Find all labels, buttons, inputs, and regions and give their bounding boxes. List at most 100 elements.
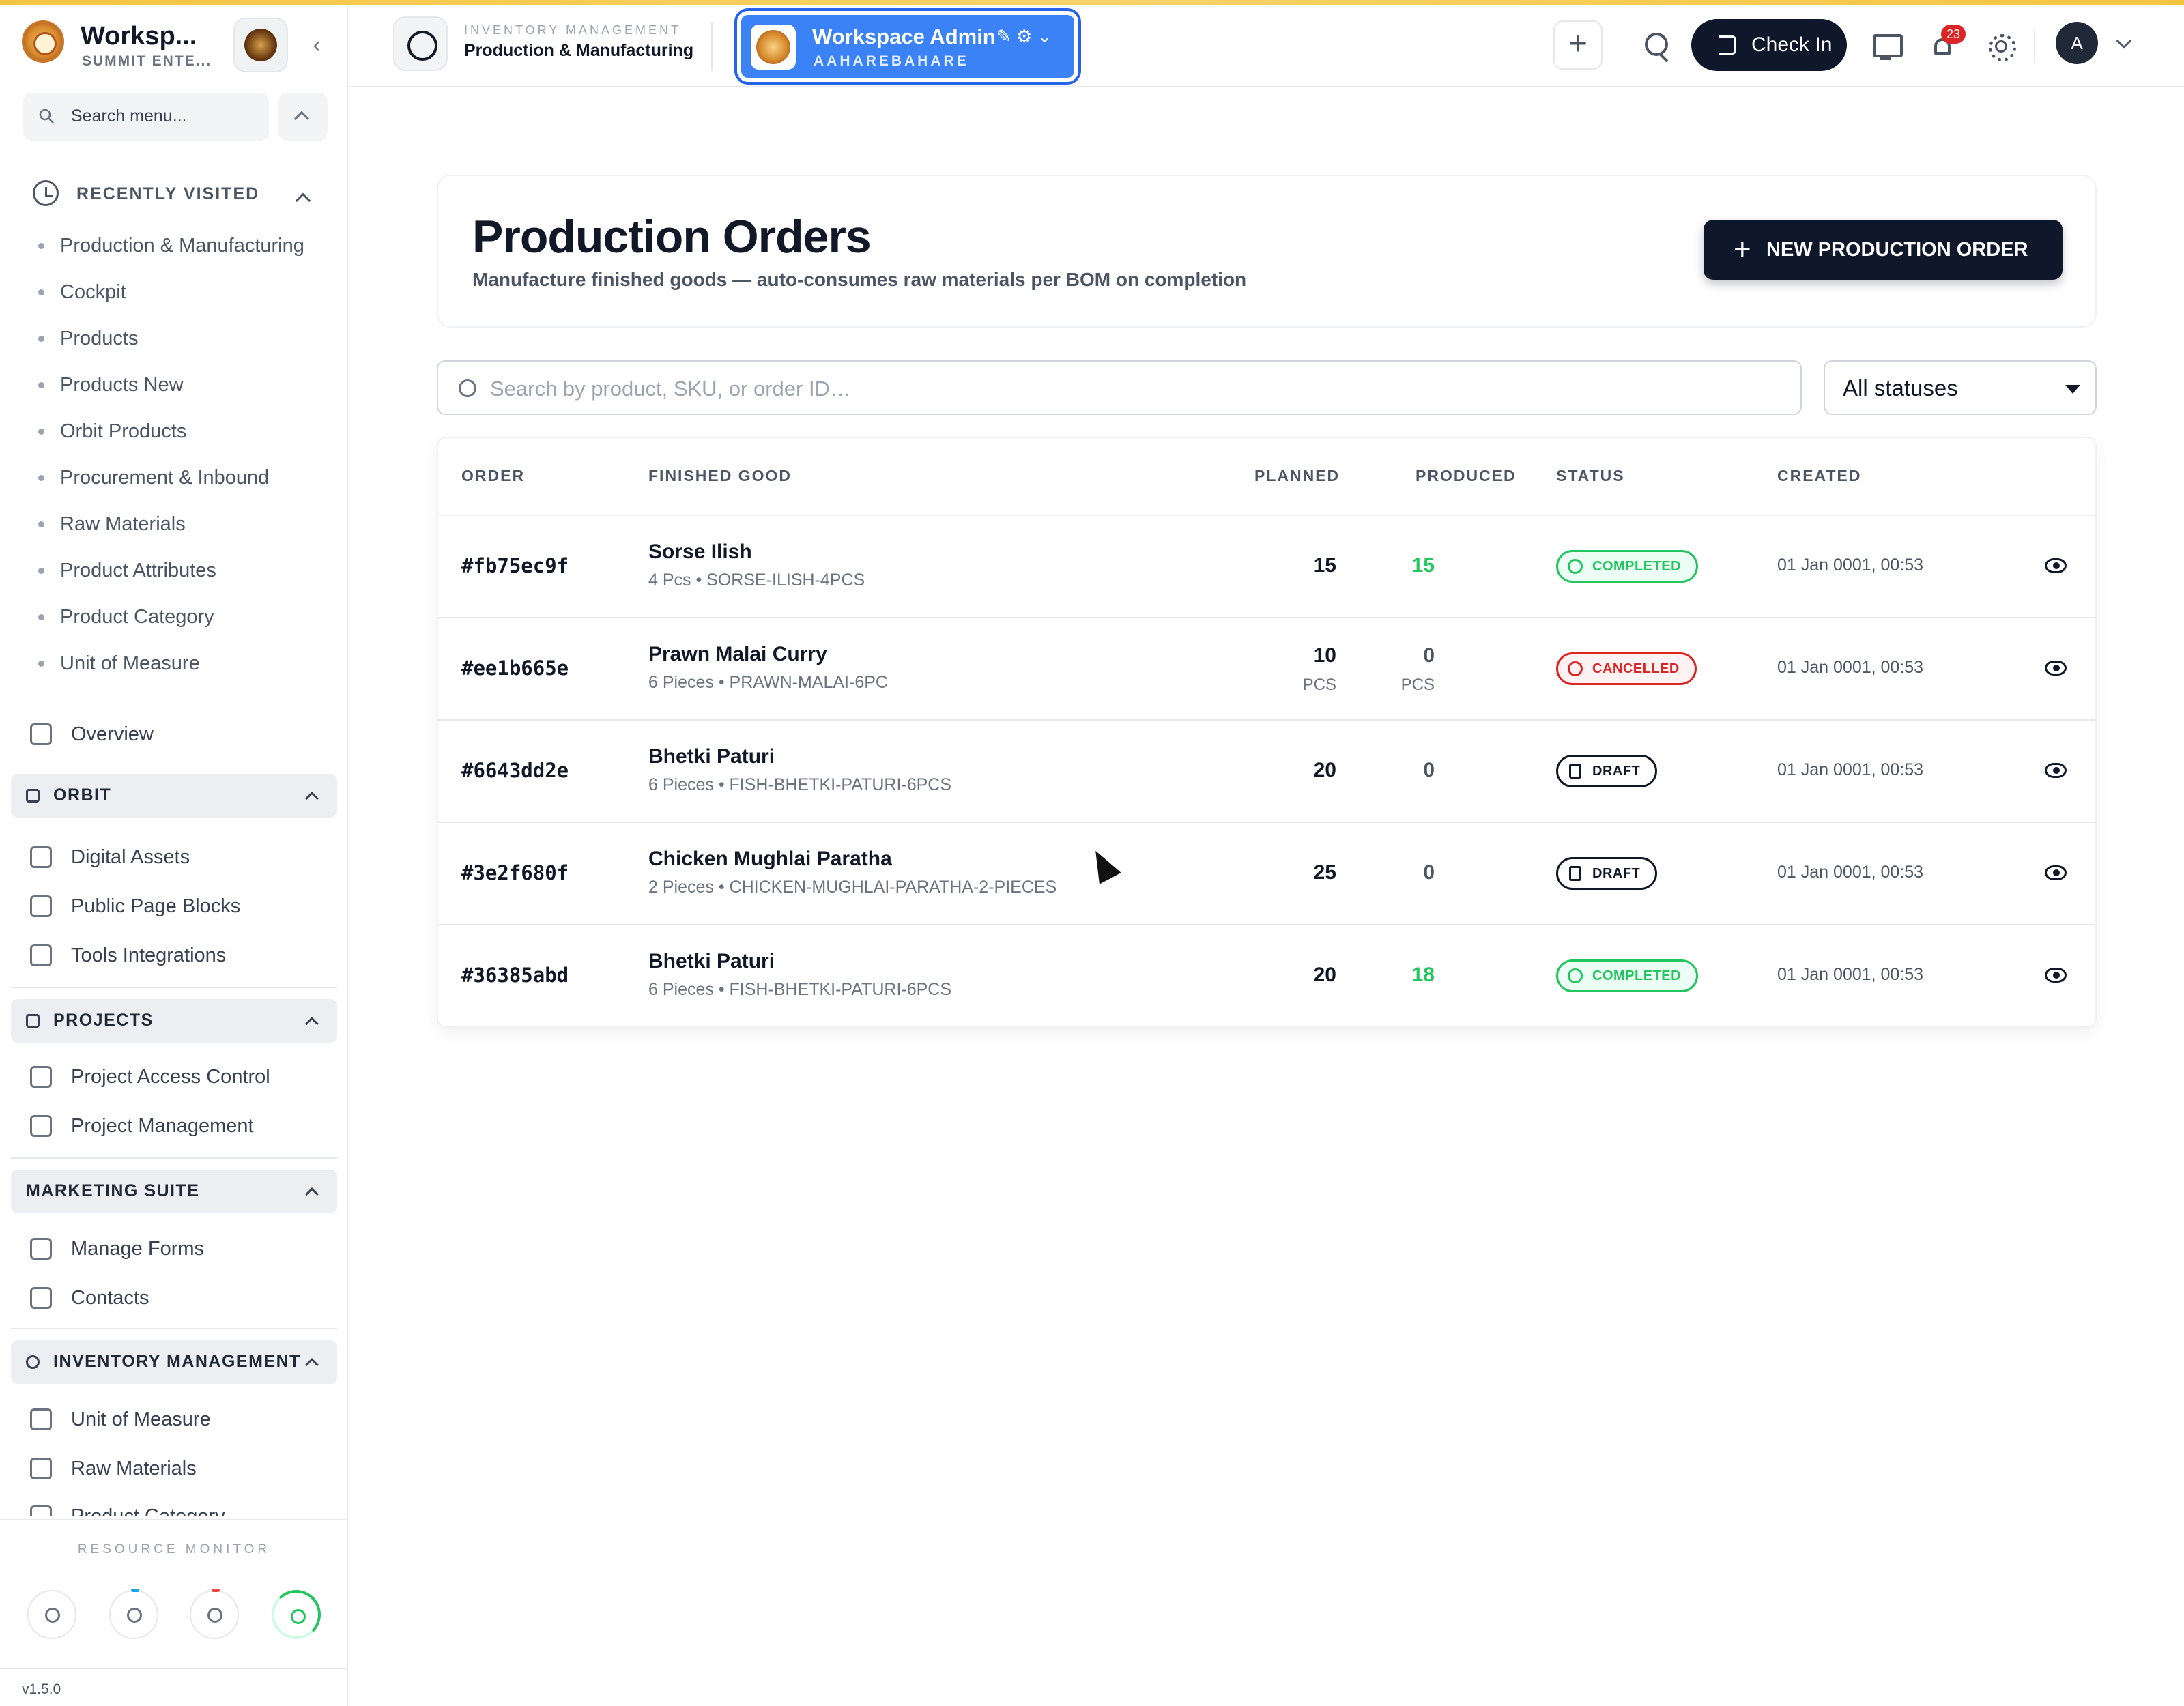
sidebar-item-unit-of-measure[interactable]: Unit of Measure — [30, 1399, 211, 1440]
chevron-up-icon[interactable] — [295, 192, 311, 209]
view-eye-icon[interactable] — [2045, 763, 2067, 778]
table-row[interactable]: #3e2f680f Chicken Mughlai Paratha 2 Pieces… — [438, 823, 2095, 925]
user-avatar[interactable]: A — [2056, 22, 2098, 64]
resource-cpu-button[interactable] — [27, 1590, 76, 1639]
check-circle-icon — [1568, 968, 1583, 983]
recent-item[interactable]: Product Category — [38, 594, 304, 640]
form-icon — [30, 1238, 52, 1260]
recent-item[interactable]: Product Attributes — [38, 547, 304, 594]
recent-item[interactable]: Unit of Measure — [38, 640, 304, 686]
sidebar-item-product-category[interactable]: Product Category — [30, 1496, 225, 1516]
col-created[interactable]: CREATED — [1777, 467, 1861, 485]
bullet-icon — [38, 661, 44, 667]
divider — [11, 1328, 337, 1329]
sidebar-item-raw-materials[interactable]: Raw Materials — [30, 1448, 197, 1489]
group-inventory-management[interactable]: INVENTORY MANAGEMENT — [11, 1340, 337, 1384]
recent-item[interactable]: Raw Materials — [38, 501, 304, 547]
bullet-icon — [38, 289, 44, 295]
sidebar-item-digital-assets[interactable]: Digital Assets — [30, 837, 190, 878]
col-order[interactable]: ORDER — [461, 467, 525, 485]
view-eye-icon[interactable] — [2045, 968, 2067, 983]
col-finished-good[interactable]: FINISHED GOOD — [648, 467, 792, 485]
check-in-button[interactable]: Check In — [1691, 19, 1847, 71]
gear-icon[interactable]: ⚙ — [1016, 26, 1032, 46]
finished-good-name: Sorse Ilish — [648, 540, 752, 563]
calendar-icon — [26, 789, 40, 803]
table-row[interactable]: #fb75ec9f Sorse Ilish 4 Pcs • SORSE-ILISH-… — [438, 516, 2095, 618]
finished-good-name: Bhetki Paturi — [648, 745, 775, 768]
created-date: 01 Jan 0001, 00:53 — [1777, 863, 1924, 882]
created-date: 01 Jan 0001, 00:53 — [1777, 760, 1924, 779]
table-row[interactable]: #ee1b665e Prawn Malai Curry 6 Pieces • PRA… — [438, 618, 2095, 721]
sidebar-item-project-management[interactable]: Project Management — [30, 1105, 254, 1146]
workspace-pill-subtitle: AAHAREBAHARE — [814, 53, 969, 69]
settings-gear-icon[interactable] — [1975, 20, 2024, 70]
status-filter-select[interactable]: All statuses — [1824, 360, 2097, 415]
recent-item[interactable]: Cockpit — [38, 269, 304, 315]
resource-sync-button[interactable] — [272, 1590, 321, 1639]
order-id[interactable]: #6643dd2e — [461, 759, 569, 782]
group-orbit[interactable]: ORBIT — [11, 774, 337, 818]
view-eye-icon[interactable] — [2045, 558, 2067, 573]
workspace-switcher-avatar[interactable] — [233, 18, 288, 72]
finished-good-name: Bhetki Paturi — [648, 950, 775, 972]
finished-good-meta: 6 Pieces • FISH-BHETKI-PATURI-6PCS — [648, 980, 952, 999]
sidebar-item-manage-forms[interactable]: Manage Forms — [30, 1228, 204, 1269]
view-eye-icon[interactable] — [2045, 661, 2067, 676]
recent-item[interactable]: Products New — [38, 362, 304, 408]
workspace-admin-switcher[interactable]: Workspace Admin AAHAREBAHARE ✎ ⚙ ⌄ — [737, 11, 1078, 82]
search-icon[interactable] — [1631, 20, 1680, 70]
edit-icon[interactable]: ✎ — [996, 26, 1011, 46]
chevron-down-icon[interactable] — [2116, 33, 2132, 49]
page-subtitle: Manufacture finished goods — auto-consum… — [472, 269, 1247, 290]
sidebar: Worksp... SUMMIT ENTE... ‹ Search menu..… — [0, 5, 348, 1706]
resource-users-button[interactable] — [190, 1589, 239, 1639]
sidebar-item-tools-integrations[interactable]: Tools Integrations — [30, 935, 226, 976]
module-circle-icon[interactable] — [393, 16, 448, 71]
sidebar-item-project-access-control[interactable]: Project Access Control — [30, 1056, 270, 1097]
notifications-button[interactable]: 23 — [1918, 20, 1967, 70]
sidebar-item-public-page-blocks[interactable]: Public Page Blocks — [30, 886, 240, 927]
order-id[interactable]: #3e2f680f — [461, 861, 569, 884]
recent-item[interactable]: Orbit Products — [38, 408, 304, 454]
boxes-icon — [30, 1458, 52, 1479]
view-eye-icon[interactable] — [2045, 865, 2067, 880]
recent-item[interactable]: Production & Manufacturing — [38, 222, 304, 269]
resource-storage-button[interactable] — [109, 1589, 158, 1639]
col-status[interactable]: STATUS — [1556, 467, 1625, 485]
order-id[interactable]: #fb75ec9f — [461, 554, 569, 577]
planned-qty: 20 — [1313, 964, 1336, 986]
database-icon — [127, 1608, 142, 1623]
order-id[interactable]: #36385abd — [461, 964, 569, 987]
col-produced[interactable]: PRODUCED — [1416, 467, 1517, 485]
order-id[interactable]: #ee1b665e — [461, 656, 569, 680]
new-production-order-button[interactable]: + NEW PRODUCTION ORDER — [1704, 220, 2063, 280]
recently-visited-list: Production & Manufacturing Cockpit Produ… — [38, 222, 304, 686]
recent-item[interactable]: Products — [38, 315, 304, 362]
workspace-logo[interactable] — [22, 20, 64, 63]
group-label: PROJECTS — [53, 1011, 154, 1030]
chevron-down-icon[interactable]: ⌄ — [1037, 26, 1052, 46]
sidebar-search[interactable]: Search menu... — [23, 93, 269, 141]
monitor-icon[interactable] — [1860, 20, 1910, 70]
table-row[interactable]: #36385abd Bhetki Paturi 6 Pieces • FISH-BH… — [438, 925, 2095, 1026]
planned-qty: 25 — [1313, 861, 1336, 884]
recent-item[interactable]: Procurement & Inbound — [38, 454, 304, 501]
recently-visited-title[interactable]: RECENTLY VISITED — [76, 184, 259, 204]
workspace-name[interactable]: Worksp... — [81, 22, 197, 51]
produced-qty: 0 — [1423, 759, 1435, 781]
sidebar-item-contacts[interactable]: Contacts — [30, 1277, 149, 1318]
group-projects[interactable]: PROJECTS — [11, 999, 337, 1043]
orders-search-input[interactable]: Search by product, SKU, or order ID… — [437, 360, 1802, 415]
x-circle-icon — [1568, 661, 1583, 676]
add-button[interactable]: + — [1553, 20, 1603, 70]
collapse-sidebar-icon[interactable]: ‹ — [304, 33, 329, 57]
col-planned[interactable]: PLANNED — [1254, 467, 1340, 485]
sidebar-item-overview[interactable]: Overview — [30, 714, 154, 755]
divider — [2034, 29, 2035, 63]
group-marketing-suite[interactable]: MARKETING SUITE — [11, 1170, 337, 1213]
planned-unit: PCS — [1302, 676, 1336, 694]
bullet-icon — [38, 243, 44, 249]
collapse-all-button[interactable] — [278, 93, 328, 141]
table-row[interactable]: #6643dd2e Bhetki Paturi 6 Pieces • FISH-BH… — [438, 721, 2095, 823]
